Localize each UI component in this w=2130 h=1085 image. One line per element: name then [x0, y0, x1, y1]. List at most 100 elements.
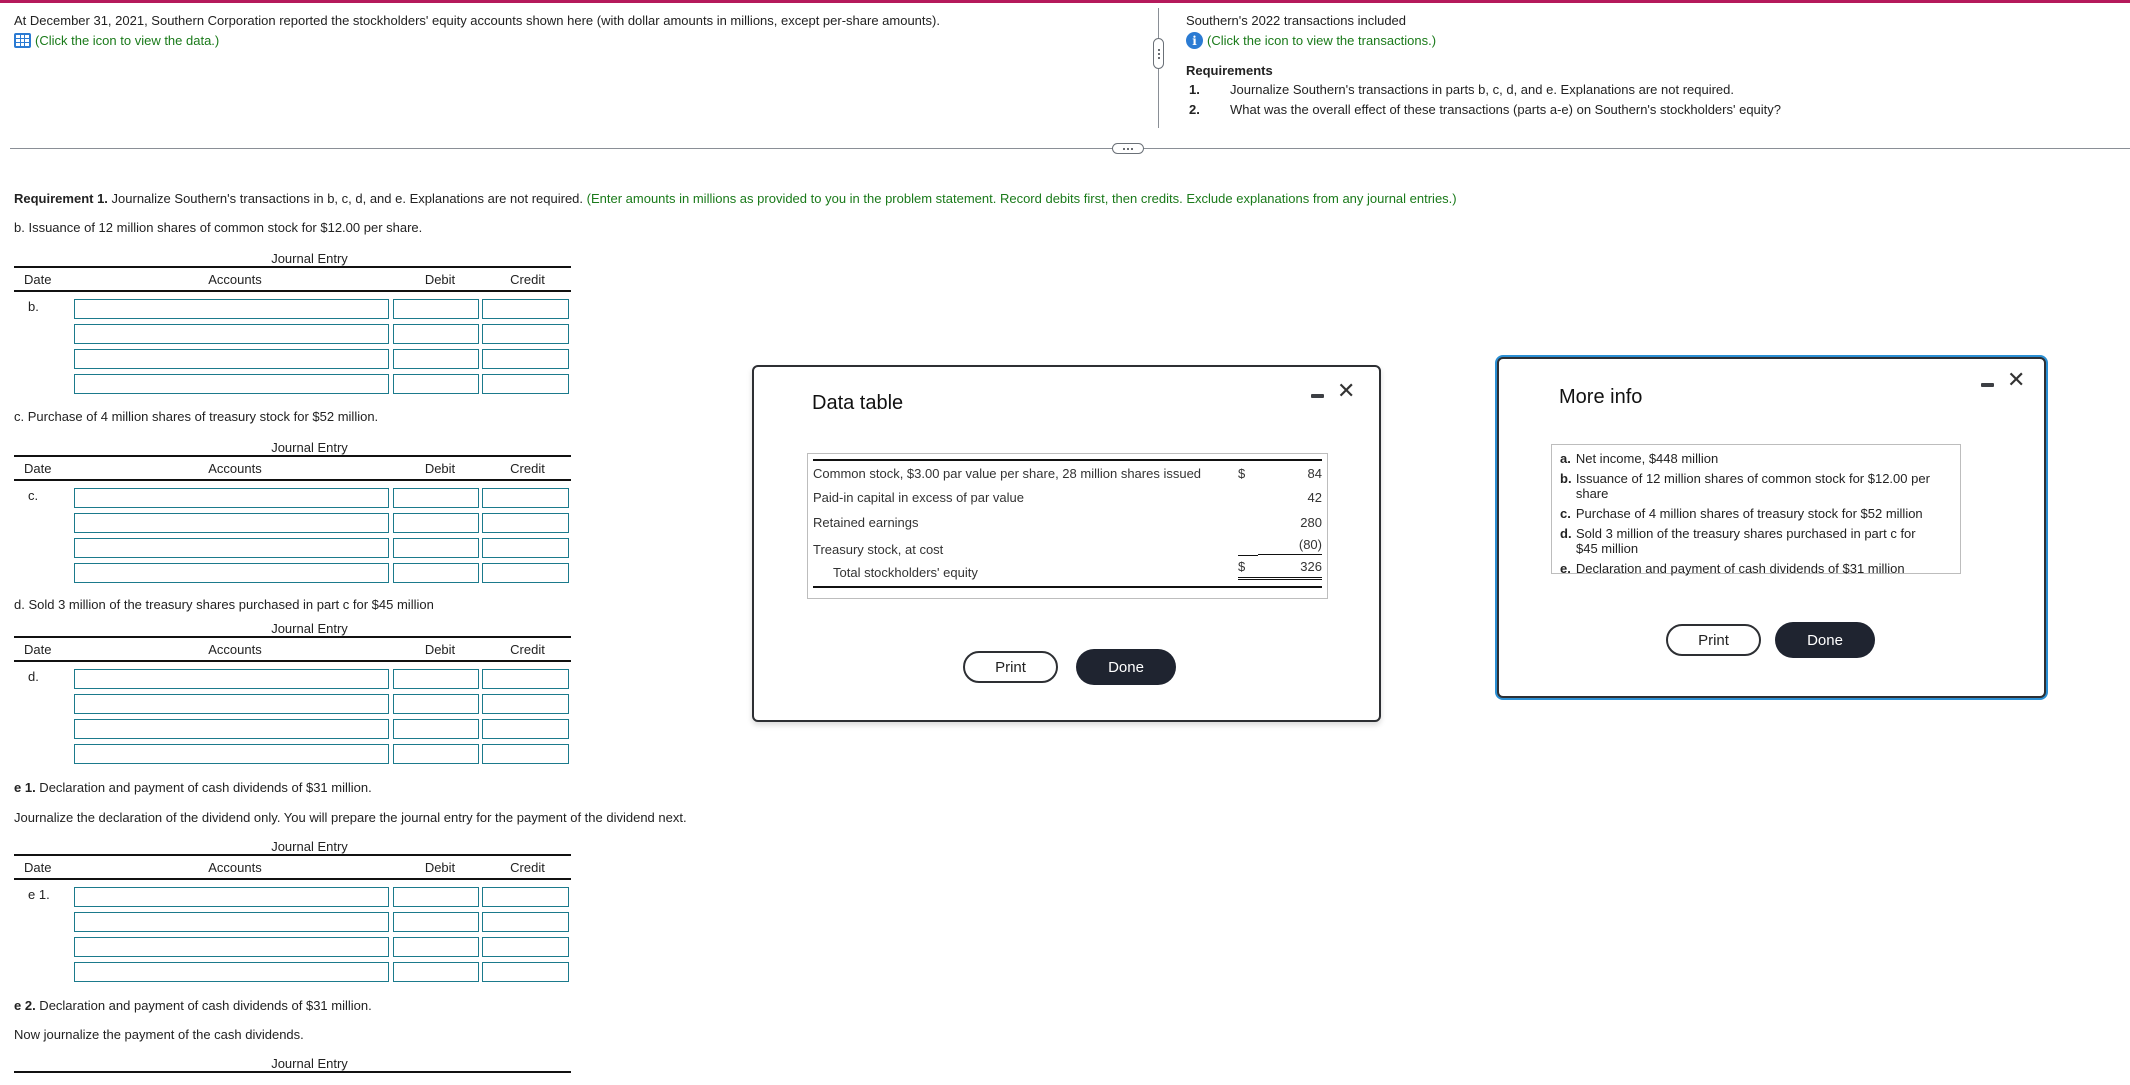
part-label: e 1.: [14, 780, 36, 795]
horizontal-splitter[interactable]: [10, 148, 2130, 149]
journal-entry-e2: Journal Entry: [14, 1055, 571, 1073]
debit-input[interactable]: [393, 668, 479, 689]
journal-entry-d: Journal Entry Date Accounts Debit Credit d.: [14, 620, 571, 766]
requirements-title: Requirements: [1186, 63, 1273, 78]
credit-input[interactable]: [482, 668, 569, 689]
credit-input[interactable]: [482, 348, 569, 369]
done-button[interactable]: Done: [1775, 622, 1875, 658]
close-icon[interactable]: ✕: [1337, 381, 1355, 403]
account-input[interactable]: [73, 348, 389, 369]
credit-input[interactable]: [482, 298, 569, 319]
journal-row: [14, 321, 571, 346]
credit-input[interactable]: [482, 373, 569, 394]
credit-input[interactable]: [482, 718, 569, 739]
account-input[interactable]: [73, 373, 389, 394]
account-input[interactable]: [73, 537, 389, 558]
dialog-title: Data table: [812, 392, 904, 414]
debit-input[interactable]: [393, 936, 479, 957]
print-button[interactable]: Print: [963, 651, 1058, 683]
part-e1-title: e 1. Declaration and payment of cash div…: [14, 780, 372, 795]
header-credit: Credit: [510, 641, 545, 657]
credit-input[interactable]: [482, 537, 569, 558]
account-input[interactable]: [73, 961, 389, 982]
credit-input[interactable]: [482, 512, 569, 533]
debit-input[interactable]: [393, 961, 479, 982]
debit-input[interactable]: [393, 323, 479, 344]
account-input[interactable]: [73, 512, 389, 533]
row-value: 84: [1307, 465, 1322, 481]
view-data-link[interactable]: (Click the icon to view the data.): [14, 33, 219, 48]
transaction-item: b. Issuance of 12 million shares of comm…: [1560, 471, 1952, 501]
more-info-dialog: More info ✕ a. Net income, $448 million …: [1497, 357, 2046, 698]
credit-input[interactable]: [482, 936, 569, 957]
credit-input[interactable]: [482, 323, 569, 344]
debit-input[interactable]: [393, 373, 479, 394]
debit-input[interactable]: [393, 298, 479, 319]
requirement-number: 1.: [1189, 82, 1200, 97]
requirement-item: 2. What was the overall effect of these …: [1189, 102, 1781, 117]
item-text: Declaration and payment of cash dividend…: [1575, 561, 1905, 576]
view-transactions-link-text[interactable]: (Click the icon to view the transactions…: [1207, 33, 1436, 48]
requirement-number: 2.: [1189, 102, 1200, 117]
account-input[interactable]: [73, 743, 389, 764]
header-accounts: Accounts: [208, 271, 262, 287]
part-e1-instruction: Journalize the declaration of the divide…: [14, 810, 687, 825]
row-label: Common stock, $3.00 par value per share,…: [813, 465, 1202, 481]
minimize-icon[interactable]: [1981, 383, 1994, 387]
debit-input[interactable]: [393, 512, 479, 533]
credit-input[interactable]: [482, 961, 569, 982]
account-input[interactable]: [73, 886, 389, 907]
info-icon[interactable]: i: [1186, 32, 1203, 49]
horizontal-splitter-handle[interactable]: [1112, 143, 1144, 154]
part-label: d.: [14, 597, 25, 612]
credit-input[interactable]: [482, 886, 569, 907]
transaction-item: e. Declaration and payment of cash divid…: [1560, 561, 1952, 576]
part-text: Purchase of 4 million shares of treasury…: [24, 409, 379, 424]
debit-input[interactable]: [393, 348, 479, 369]
item-key: b.: [1560, 471, 1572, 486]
row-currency: $: [1238, 465, 1246, 481]
account-input[interactable]: [73, 487, 389, 508]
requirement-1-text: Journalize Southern's transactions in b,…: [107, 191, 587, 206]
debit-input[interactable]: [393, 886, 479, 907]
account-input[interactable]: [73, 298, 389, 319]
part-text: Issuance of 12 million shares of common …: [24, 220, 423, 235]
account-input[interactable]: [73, 936, 389, 957]
vertical-splitter-handle[interactable]: [1153, 38, 1164, 69]
credit-input[interactable]: [482, 911, 569, 932]
debit-input[interactable]: [393, 487, 479, 508]
row-currency: $: [1238, 559, 1258, 580]
row-label: Retained earnings: [813, 514, 919, 530]
done-button[interactable]: Done: [1076, 649, 1176, 685]
account-input[interactable]: [73, 693, 389, 714]
credit-input[interactable]: [482, 693, 569, 714]
account-input[interactable]: [73, 668, 389, 689]
view-transactions-link[interactable]: i (Click the icon to view the transactio…: [1186, 32, 1436, 49]
account-input[interactable]: [73, 911, 389, 932]
account-input[interactable]: [73, 562, 389, 583]
debit-input[interactable]: [393, 743, 479, 764]
row-label: Paid-in capital in excess of par value: [813, 490, 1025, 506]
debit-input[interactable]: [393, 911, 479, 932]
credit-input[interactable]: [482, 743, 569, 764]
debit-input[interactable]: [393, 537, 479, 558]
account-input[interactable]: [73, 323, 389, 344]
debit-input[interactable]: [393, 693, 479, 714]
view-data-link-text[interactable]: (Click the icon to view the data.): [35, 33, 219, 48]
row-value: (80): [1258, 535, 1322, 555]
credit-input[interactable]: [482, 487, 569, 508]
account-input[interactable]: [73, 718, 389, 739]
requirement-text: Journalize Southern's transactions in pa…: [1230, 82, 1734, 97]
debit-input[interactable]: [393, 718, 479, 739]
journal-row: b.: [14, 296, 571, 321]
journal-entry-c: Journal Entry Date Accounts Debit Credit c.: [14, 439, 571, 585]
minimize-icon[interactable]: [1311, 394, 1324, 398]
journal-entry-caption: Journal Entry: [14, 838, 571, 856]
item-key: e.: [1560, 561, 1571, 576]
table-grid-icon[interactable]: [14, 33, 31, 48]
debit-input[interactable]: [393, 562, 479, 583]
print-button[interactable]: Print: [1666, 624, 1761, 656]
part-label: e 2.: [14, 998, 36, 1013]
credit-input[interactable]: [482, 562, 569, 583]
close-icon[interactable]: ✕: [2007, 370, 2025, 392]
